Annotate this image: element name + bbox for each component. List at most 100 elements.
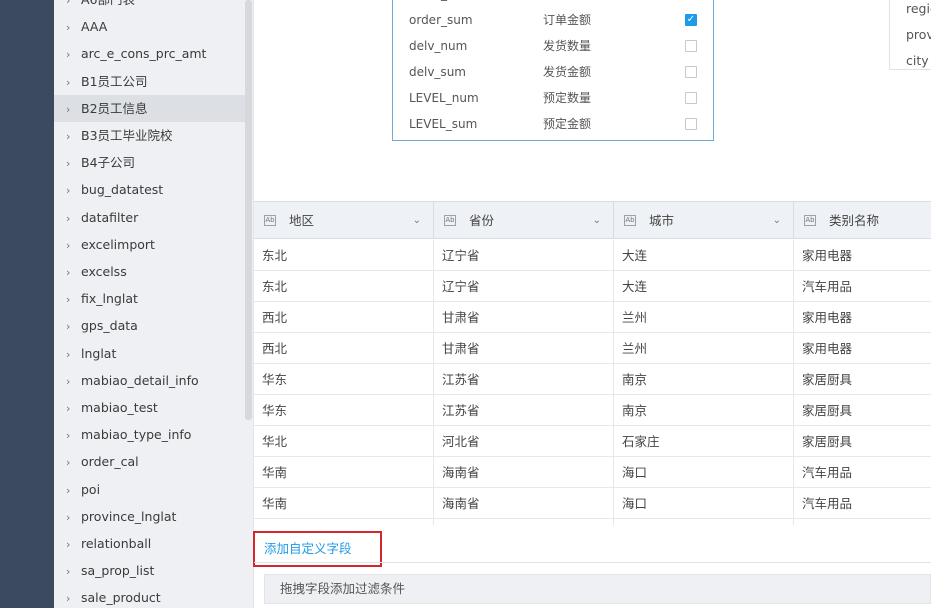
chevron-right-icon: › — [66, 510, 71, 524]
folder-item-label: B3员工毕业院校 — [81, 128, 173, 143]
column-header-label: 地区 — [289, 213, 315, 228]
filter-drop-zone[interactable]: 拖拽字段添加过滤条件 — [264, 574, 931, 604]
chevron-right-icon: › — [66, 374, 71, 388]
field-alias: 订单数量 — [543, 0, 591, 7]
table-row: 华南 海南省 海口 汽车用品 — [254, 488, 931, 519]
chevron-right-icon: › — [66, 75, 71, 89]
folder-item[interactable]: › order_cal — [54, 448, 245, 475]
chevron-right-icon: › — [66, 48, 71, 62]
folder-item[interactable]: › B4子公司 — [54, 149, 245, 176]
table-cell: 辽宁省 — [434, 271, 614, 302]
field-checkbox[interactable] — [685, 92, 697, 104]
column-header[interactable]: Ab 地区 ⌄ — [254, 202, 434, 239]
text-type-icon: Ab — [804, 215, 816, 226]
folder-item[interactable]: › gps_data — [54, 312, 245, 339]
folder-item-label: arc_e_cons_prc_amt — [81, 46, 207, 62]
table-cell — [614, 519, 794, 525]
chevron-right-icon: › — [66, 157, 71, 171]
folder-item-label: lnglat — [81, 345, 117, 361]
field-alias: 发货数量 — [543, 39, 592, 53]
folder-item[interactable]: › B3员工毕业院校 — [54, 122, 245, 149]
table-row: 西北 甘肃省 兰州 家用电器 — [254, 302, 931, 333]
section-divider — [254, 562, 931, 563]
folder-item[interactable]: › B2员工信息 — [54, 94, 245, 122]
folder-item[interactable]: › AAA — [54, 13, 245, 40]
folder-item[interactable]: › relationball — [54, 530, 245, 557]
dimension-item[interactable]: province — [906, 27, 931, 42]
table-cell: 东北 — [254, 240, 434, 271]
folder-item[interactable]: › arc_e_cons_prc_amt — [54, 40, 245, 67]
column-header[interactable]: Ab 类别名称 — [794, 202, 931, 239]
folder-item[interactable]: › A6部门表 — [54, 0, 245, 13]
app-nav-rail — [0, 0, 54, 608]
text-type-icon: Ab — [444, 215, 456, 226]
table-cell: 家居厨具 — [794, 364, 931, 395]
dimension-item[interactable]: region — [906, 1, 931, 16]
dimension-item[interactable]: city — [906, 53, 929, 68]
field-checkbox[interactable] — [685, 118, 697, 130]
dimension-list-panel: region province city — [889, 0, 931, 70]
chevron-right-icon: › — [66, 130, 71, 143]
folder-item[interactable]: › excelimport — [54, 231, 245, 258]
table-cell: 大连 — [614, 240, 794, 271]
field-name: delv_num — [409, 39, 468, 53]
folder-item-label: order_cal — [81, 454, 139, 470]
folder-list-scrollbar[interactable] — [245, 0, 252, 420]
column-header-label: 类别名称 — [829, 213, 880, 228]
folder-item-label: province_lnglat — [81, 508, 177, 524]
field-row: LEVEL_sum 预定金额 — [393, 111, 713, 137]
table-cell: 家用电器 — [794, 333, 931, 364]
table-row: 华东 江苏省 南京 家居厨具 — [254, 395, 931, 426]
column-header[interactable]: Ab 城市 ⌄ — [614, 202, 794, 239]
table-cell: 海口 — [614, 488, 794, 519]
table-row: 东北 辽宁省 大连 汽车用品 — [254, 271, 931, 302]
table-header: Ab 地区 ⌄ Ab 省份 ⌄ Ab 城市 ⌄ Ab 类别名称 — [254, 202, 931, 239]
field-checkbox[interactable] — [685, 40, 697, 52]
column-header[interactable]: Ab 省份 ⌄ — [434, 202, 614, 239]
chevron-down-icon[interactable]: ⌄ — [593, 202, 601, 239]
table-cell: 汽车用品 — [794, 457, 931, 488]
field-checkbox[interactable] — [685, 66, 697, 78]
folder-item[interactable]: › mabiao_detail_info — [54, 367, 245, 394]
folder-item[interactable]: › province_lnglat — [54, 503, 245, 530]
table-cell: 西北 — [254, 333, 434, 364]
table-cell: 大连 — [614, 271, 794, 302]
table-row: 华北 河北省 石家庄 家居厨具 — [254, 426, 931, 457]
table-cell: 华南 — [254, 488, 434, 519]
folder-item[interactable]: › mabiao_type_info — [54, 421, 245, 448]
table-row — [254, 519, 931, 525]
folder-item[interactable]: › sa_prop_list — [54, 557, 245, 584]
table-cell: 家居厨具 — [794, 426, 931, 457]
table-cell — [794, 519, 931, 525]
chevron-down-icon[interactable]: ⌄ — [413, 202, 421, 239]
folder-item-label: sa_prop_list — [81, 563, 155, 579]
folder-item[interactable]: › datafilter — [54, 204, 245, 231]
folder-item[interactable]: › bug_datatest — [54, 176, 245, 203]
folder-item[interactable]: › excelss — [54, 258, 245, 285]
folder-item-label: fix_lnglat — [81, 291, 138, 307]
chevron-right-icon: › — [66, 238, 71, 252]
table-cell: 海南省 — [434, 488, 614, 519]
folder-item-label: A6部门表 — [81, 0, 135, 7]
folder-item-label: excelimport — [81, 236, 155, 252]
folder-item[interactable]: › poi — [54, 476, 245, 503]
folder-item-label: gps_data — [81, 318, 138, 334]
table-cell: 兰州 — [614, 333, 794, 364]
folder-item[interactable]: › B1员工公司 — [54, 68, 245, 95]
table-cell: 华东 — [254, 364, 434, 395]
text-type-icon: Ab — [264, 215, 276, 226]
folder-item[interactable]: › sale_product — [54, 584, 245, 608]
table-row: 华东 江苏省 南京 家居厨具 — [254, 364, 931, 395]
data-preview-table: Ab 地区 ⌄ Ab 省份 ⌄ Ab 城市 ⌄ Ab 类别名称 东北 辽宁省 大连 家用电器 东北 辽宁省 大连… — [254, 201, 931, 525]
chevron-right-icon: › — [66, 21, 71, 35]
folder-item-label: mabiao_test — [81, 400, 158, 415]
folder-item[interactable]: › mabiao_test — [54, 394, 245, 421]
table-cell: 家居厨具 — [794, 395, 931, 426]
table-cell — [434, 519, 614, 525]
folder-item[interactable]: › lnglat — [54, 340, 245, 367]
chevron-down-icon[interactable]: ⌄ — [773, 202, 781, 239]
folder-item[interactable]: › fix_lnglat — [54, 285, 245, 312]
field-selector-popup: order_num订单数量✓order_sum订单金额✓delv_num发货数量… — [392, 0, 714, 141]
table-cell: 海口 — [614, 457, 794, 488]
field-checkbox[interactable]: ✓ — [685, 14, 697, 26]
